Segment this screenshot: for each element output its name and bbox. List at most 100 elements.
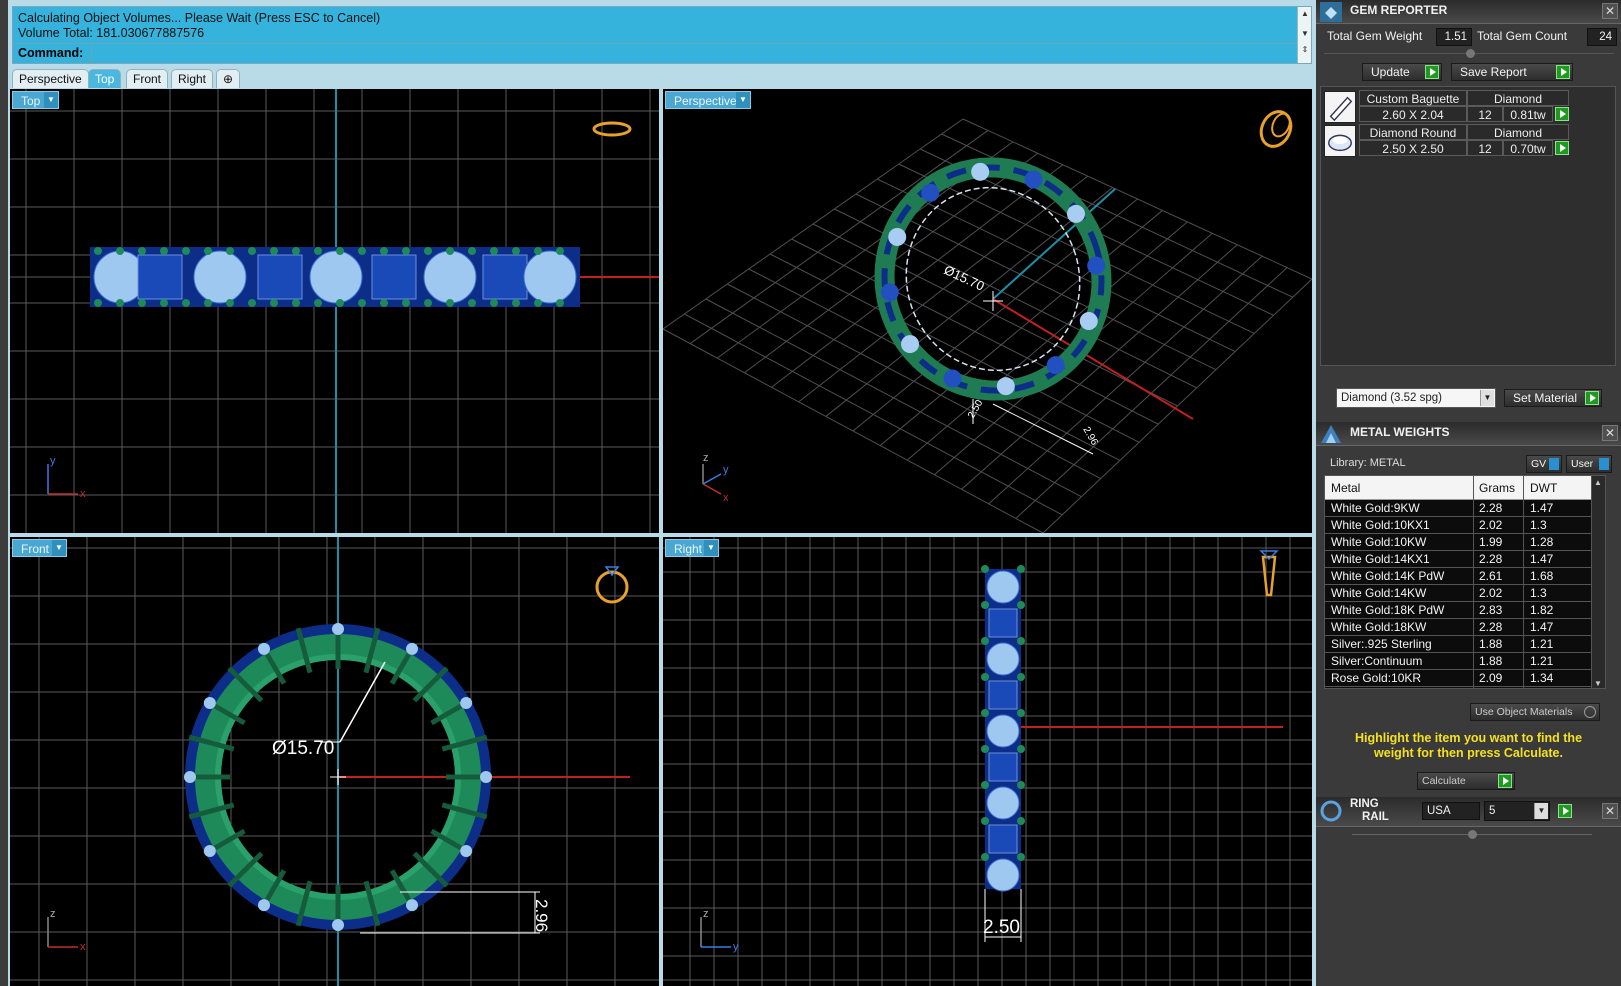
gem-reporter-title: GEM REPORTER [1350, 3, 1448, 17]
material-select[interactable]: Diamond (3.52 spg) ▼ [1336, 388, 1496, 408]
cell-dwt: 1.47 [1530, 552, 1554, 566]
user-button[interactable]: User [1566, 455, 1612, 473]
round-gem-icon [1324, 125, 1356, 157]
column-grams[interactable]: Grams [1479, 481, 1515, 495]
play-icon [1585, 391, 1599, 405]
axis-z-label: z [703, 908, 709, 920]
close-icon[interactable]: ✕ [1602, 803, 1618, 819]
metal-table-scrollbar[interactable]: ▲ ▼ [1591, 476, 1605, 688]
calculate-button[interactable]: Calculate [1417, 772, 1515, 790]
cell-grams: 2.61 [1479, 569, 1503, 583]
table-row[interactable]: White Gold:10KX1 2.02 1.3 [1325, 517, 1593, 534]
axis-indicator-icon: z y x [702, 452, 729, 504]
library-label: Library: METAL [1330, 457, 1406, 469]
play-icon[interactable] [1555, 141, 1569, 155]
chevron-down-icon[interactable]: ▼ [1480, 390, 1494, 406]
command-input[interactable] [91, 45, 1296, 62]
gem-size: 2.60 X 2.04 [1359, 106, 1467, 122]
gem-row[interactable]: Diamond Round Diamond 2.50 X 2.50 12 0.7… [1321, 123, 1577, 157]
play-icon[interactable] [1555, 107, 1569, 121]
cell-dwt: 1.3 [1530, 586, 1547, 600]
tab-top[interactable]: Top [88, 69, 122, 88]
cell-metal: Silver:.925 Sterling [1331, 637, 1432, 651]
chevron-down-icon[interactable]: ▼ [44, 92, 58, 108]
scroll-down-icon[interactable]: ▼ [1594, 679, 1602, 688]
chevron-down-icon[interactable]: ▼ [1534, 803, 1548, 819]
viewport-label-text: Front [21, 542, 50, 556]
column-divider [1523, 476, 1524, 688]
viewport-label-top[interactable]: Top ▼ [12, 91, 59, 109]
gem-list[interactable]: Custom Baguette Diamond 2.60 X 2.04 12 0… [1320, 86, 1616, 366]
play-icon[interactable] [1558, 804, 1572, 818]
cell-metal: White Gold:10KW [1331, 535, 1427, 549]
splitter-handle-icon[interactable] [1468, 830, 1477, 839]
column-dwt[interactable]: DWT [1530, 481, 1557, 495]
tab-perspective[interactable]: Perspective [12, 69, 89, 88]
cell-grams: 2.28 [1479, 552, 1503, 566]
column-metal[interactable]: Metal [1331, 481, 1360, 495]
splitter-handle-icon[interactable] [1466, 49, 1475, 58]
viewport-front[interactable]: Ø15.70 2.96 z x Front ▼ [10, 537, 659, 986]
front-height-dimension: 2.96 [532, 899, 551, 932]
play-icon [1498, 774, 1512, 788]
axis-indicator-icon: z x [47, 908, 86, 953]
table-row[interactable]: White Gold:14KW 2.02 1.3 [1325, 585, 1593, 602]
gv-label: GV [1531, 458, 1547, 470]
gem-reporter-header: GEM REPORTER ✕ [1316, 0, 1621, 24]
viewport-label-perspective[interactable]: Perspective ▼ [665, 91, 751, 109]
update-button[interactable]: Update [1362, 63, 1442, 81]
axis-y-label: y [733, 941, 739, 953]
metal-table-header: Metal Grams DWT [1325, 476, 1593, 500]
viewport-top[interactable]: y x Top ▼ [10, 89, 659, 533]
close-icon[interactable]: ✕ [1602, 3, 1618, 19]
gem-row[interactable]: Custom Baguette Diamond 2.60 X 2.04 12 0… [1321, 89, 1577, 123]
table-row[interactable]: White Gold:9KW 2.28 1.47 [1325, 500, 1593, 517]
ring-rail-icon [1320, 800, 1342, 822]
axis-x-label: x [723, 492, 729, 504]
chevron-down-icon[interactable]: ▼ [52, 540, 66, 556]
table-row[interactable]: White Gold:14KX1 2.28 1.47 [1325, 551, 1593, 568]
baguette-gem-icon [1324, 91, 1356, 123]
tab-right[interactable]: Right [171, 69, 214, 88]
command-history-line-2: Volume Total: 181.030677887576 [18, 26, 205, 40]
ring-region-field[interactable]: USA [1422, 802, 1480, 820]
close-icon[interactable]: ✕ [1602, 425, 1618, 441]
viewport-right[interactable]: 2.50 z y Right ▼ [663, 537, 1312, 986]
chevron-down-icon[interactable]: ▼ [704, 540, 718, 556]
scroll-up-icon[interactable]: ▲ [1594, 478, 1602, 487]
tab-add-icon[interactable]: ⊕ [216, 69, 241, 88]
total-gem-weight-value: 1.51 [1436, 28, 1472, 46]
use-object-materials-button[interactable]: Use Object Materials [1470, 703, 1600, 721]
main-workspace: Calculating Object Volumes... Please Wai… [0, 0, 1316, 986]
table-row[interactable]: Rose Gold:10KR 2.09 1.34 [1325, 670, 1593, 687]
table-row[interactable]: White Gold:10KW 1.99 1.28 [1325, 534, 1593, 551]
scroll-up-icon[interactable]: ▲ [1300, 9, 1310, 19]
set-material-button[interactable]: Set Material [1504, 389, 1602, 407]
ring-size-select[interactable]: 5 ▼ [1484, 801, 1550, 821]
gv-button[interactable]: GV [1526, 455, 1562, 473]
table-row[interactable]: White Gold:18K PdW 2.83 1.82 [1325, 602, 1593, 619]
table-row[interactable]: White Gold:18KW 2.28 1.47 [1325, 619, 1593, 636]
table-row[interactable]: Silver:.925 Sterling 1.88 1.21 [1325, 636, 1593, 653]
cell-metal: Silver:Continuum [1331, 654, 1423, 668]
table-row[interactable]: Silver:Continuum 1.88 1.21 [1325, 653, 1593, 670]
viewport-label-text: Right [674, 542, 703, 556]
column-divider [1473, 476, 1474, 688]
table-row[interactable]: White Gold:14K PdW 2.61 1.68 [1325, 568, 1593, 585]
chevron-down-icon[interactable]: ▼ [736, 92, 750, 108]
metal-table[interactable]: Metal Grams DWT White Gold:9KW 2.28 1.47 Wh… [1324, 475, 1606, 689]
tab-front[interactable]: Front [126, 69, 169, 88]
expand-icon[interactable]: ⇕ [1300, 45, 1310, 55]
cell-dwt: 1.34 [1530, 671, 1554, 685]
viewport-label-front[interactable]: Front ▼ [12, 539, 67, 557]
save-report-button[interactable]: Save Report [1451, 63, 1573, 81]
viewport-perspective[interactable]: Ø15.70 2.50 2.96 z y x Perspective ▼ [663, 89, 1312, 533]
viewport-label-right[interactable]: Right ▼ [665, 539, 719, 557]
scroll-down-icon[interactable]: ▼ [1300, 29, 1310, 39]
command-scrollbar[interactable]: ▲ ▼ ⇕ [1297, 7, 1311, 63]
user-label: User [1571, 458, 1594, 470]
cell-grams: 2.02 [1479, 518, 1503, 532]
axis-indicator-icon: y x [47, 455, 86, 500]
cell-dwt: 1.47 [1530, 501, 1554, 515]
ring-thumbnail-icon [1259, 110, 1293, 148]
